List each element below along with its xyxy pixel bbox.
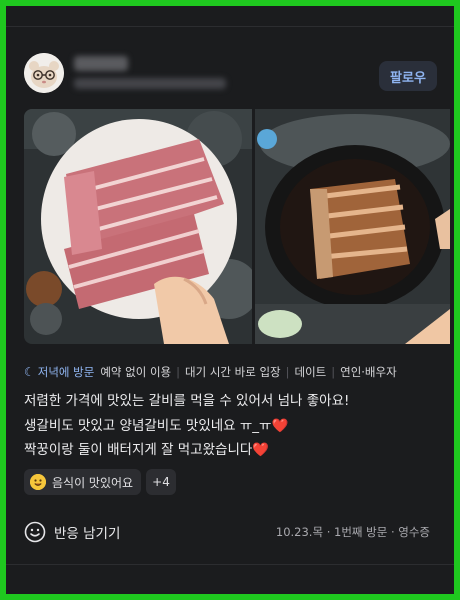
more-keywords-button[interactable]: +4 (146, 469, 176, 495)
smile-icon (24, 521, 46, 543)
visit-info: 10.23.목 · 1번째 방문 · 영수증 (275, 525, 430, 539)
tag-separator: | (176, 365, 180, 379)
tag-purpose: 데이트 (294, 365, 327, 379)
user-name-blurred (74, 56, 128, 71)
tag-separator: | (331, 365, 336, 379)
keyword-chip-label: 음식이 맛있어요 (52, 475, 134, 490)
tag-companion: 연인·배우자 (340, 365, 397, 379)
react-button-label: 반응 남기기 (54, 526, 121, 542)
top-divider (6, 26, 454, 27)
keyword-chip[interactable]: 음식이 맛있어요 (24, 469, 141, 495)
moon-icon: ☾ (24, 365, 35, 379)
review-photo-marinated-ribs[interactable] (255, 109, 450, 344)
bottom-divider (6, 564, 454, 565)
visit-tags: ☾ 저녁에 방문 예약 없이 이용 | 대기 시간 바로 입장 | 데이트 | … (24, 363, 444, 381)
review-line-1: 저렴한 가격에 맛있는 갈비를 먹을 수 있어서 넘나 좋아요! (24, 393, 350, 409)
follow-button[interactable]: 팔로우 (379, 61, 437, 91)
review-line-2: 생갈비도 맛있고 양념갈비도 맛있네요 ㅠ_ㅠ❤️ (24, 417, 289, 434)
heart-icon: ❤️ (271, 417, 289, 434)
tag-separator: | (285, 365, 290, 379)
tag-reservation: 예약 없이 이용 (100, 365, 172, 379)
avatar[interactable] (24, 53, 64, 93)
review-text[interactable]: 저렴한 가격에 맛있는 갈비를 먹을 수 있어서 넘나 좋아요! 생갈비도 맛있… (24, 389, 444, 463)
user-meta-blurred (74, 78, 226, 89)
tag-visit-time: 저녁에 방문 (37, 365, 95, 379)
heart-icon: ❤️ (252, 442, 270, 458)
react-button[interactable]: 반응 남기기 (24, 520, 120, 544)
happy-face-icon (30, 474, 46, 490)
review-line-3: 짝꿍이랑 둘이 배터지게 잘 먹고왔습니다❤️ (24, 442, 270, 458)
review-photo-raw-ribs[interactable] (24, 109, 252, 344)
tag-wait-time: 대기 시간 바로 입장 (185, 365, 281, 379)
review-card: 팔로우 ☾ 저녁에 방문 예약 없이 이용 | 대기 시간 바로 입장 | 데이… (0, 0, 460, 600)
